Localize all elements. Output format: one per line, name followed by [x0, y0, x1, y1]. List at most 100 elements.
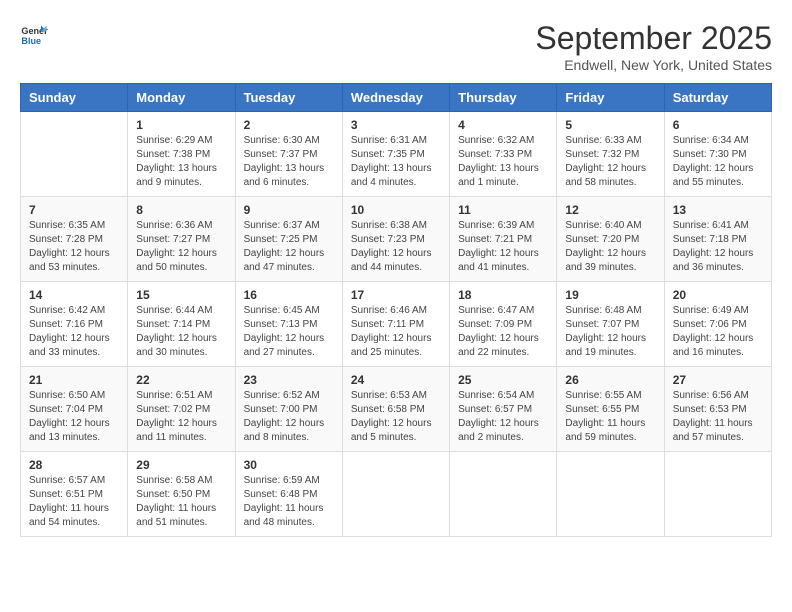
calendar-cell: 28 Sunrise: 6:57 AM Sunset: 6:51 PM Dayli…: [21, 452, 128, 537]
calendar-cell: 8 Sunrise: 6:36 AM Sunset: 7:27 PM Daylig…: [128, 197, 235, 282]
calendar-cell: 25Sunrise: 6:54 AM Sunset: 6:57 PM Dayli…: [450, 367, 557, 452]
day-info: Sunrise: 6:57 AM Sunset: 6:51 PM Dayligh…: [29, 474, 119, 530]
calendar-week-row: 28 Sunrise: 6:57 AM Sunset: 6:51 PM Dayli…: [21, 452, 772, 537]
day-info: Sunrise: 6:33 AM Sunset: 7:32 PM Dayligh…: [565, 134, 655, 190]
day-info: Sunrise: 6:42 AM Sunset: 7:16 PM Dayligh…: [29, 304, 119, 360]
day-number: 13: [673, 203, 763, 217]
calendar-cell: [21, 112, 128, 197]
calendar-cell: 13 Sunrise: 6:41 AM Sunset: 7:18 PM Dayli…: [664, 197, 771, 282]
column-header-wednesday: Wednesday: [342, 84, 449, 112]
column-header-monday: Monday: [128, 84, 235, 112]
calendar-cell: 22 Sunrise: 6:51 AM Sunset: 7:02 PM Dayli…: [128, 367, 235, 452]
day-number: 28: [29, 458, 119, 472]
day-info: Sunrise: 6:53 AM Sunset: 6:58 PM Dayligh…: [351, 389, 441, 445]
day-info: Sunrise: 6:46 AM Sunset: 7:11 PM Dayligh…: [351, 304, 441, 360]
calendar-week-row: 21 Sunrise: 6:50 AM Sunset: 7:04 PM Dayli…: [21, 367, 772, 452]
day-number: 3: [351, 118, 441, 132]
day-info: Sunrise: 6:51 AM Sunset: 7:02 PM Dayligh…: [136, 389, 226, 445]
title-area: September 2025 Endwell, New York, United…: [535, 20, 772, 73]
day-number: 29: [136, 458, 226, 472]
calendar-cell: 10Sunrise: 6:38 AM Sunset: 7:23 PM Dayli…: [342, 197, 449, 282]
calendar-week-row: 14 Sunrise: 6:42 AM Sunset: 7:16 PM Dayli…: [21, 282, 772, 367]
page-title: September 2025: [535, 20, 772, 57]
column-header-tuesday: Tuesday: [235, 84, 342, 112]
svg-text:Blue: Blue: [21, 36, 41, 46]
column-header-sunday: Sunday: [21, 84, 128, 112]
day-info: Sunrise: 6:55 AM Sunset: 6:55 PM Dayligh…: [565, 389, 655, 445]
calendar-cell: 26 Sunrise: 6:55 AM Sunset: 6:55 PM Dayli…: [557, 367, 664, 452]
day-info: Sunrise: 6:34 AM Sunset: 7:30 PM Dayligh…: [673, 134, 763, 190]
calendar-cell: 21 Sunrise: 6:50 AM Sunset: 7:04 PM Dayli…: [21, 367, 128, 452]
calendar-table: SundayMondayTuesdayWednesdayThursdayFrid…: [20, 83, 772, 537]
day-info: Sunrise: 6:48 AM Sunset: 7:07 PM Dayligh…: [565, 304, 655, 360]
day-number: 10: [351, 203, 441, 217]
column-header-saturday: Saturday: [664, 84, 771, 112]
calendar-cell: 1 Sunrise: 6:29 AM Sunset: 7:38 PM Daylig…: [128, 112, 235, 197]
day-number: 16: [244, 288, 334, 302]
calendar-cell: [450, 452, 557, 537]
calendar-cell: [342, 452, 449, 537]
calendar-cell: 7 Sunrise: 6:35 AM Sunset: 7:28 PM Daylig…: [21, 197, 128, 282]
calendar-cell: [557, 452, 664, 537]
day-number: 1: [136, 118, 226, 132]
day-number: 21: [29, 373, 119, 387]
day-number: 22: [136, 373, 226, 387]
calendar-cell: 14 Sunrise: 6:42 AM Sunset: 7:16 PM Dayli…: [21, 282, 128, 367]
day-number: 15: [136, 288, 226, 302]
page-subtitle: Endwell, New York, United States: [535, 57, 772, 73]
day-number: 9: [244, 203, 334, 217]
day-number: 5: [565, 118, 655, 132]
calendar-week-row: 7 Sunrise: 6:35 AM Sunset: 7:28 PM Daylig…: [21, 197, 772, 282]
day-number: 14: [29, 288, 119, 302]
calendar-cell: 9Sunrise: 6:37 AM Sunset: 7:25 PM Daylig…: [235, 197, 342, 282]
calendar-cell: 19 Sunrise: 6:48 AM Sunset: 7:07 PM Dayli…: [557, 282, 664, 367]
day-info: Sunrise: 6:40 AM Sunset: 7:20 PM Dayligh…: [565, 219, 655, 275]
day-info: Sunrise: 6:31 AM Sunset: 7:35 PM Dayligh…: [351, 134, 441, 190]
calendar-cell: 23Sunrise: 6:52 AM Sunset: 7:00 PM Dayli…: [235, 367, 342, 452]
day-number: 8: [136, 203, 226, 217]
day-info: Sunrise: 6:39 AM Sunset: 7:21 PM Dayligh…: [458, 219, 548, 275]
day-info: Sunrise: 6:56 AM Sunset: 6:53 PM Dayligh…: [673, 389, 763, 445]
day-info: Sunrise: 6:29 AM Sunset: 7:38 PM Dayligh…: [136, 134, 226, 190]
day-info: Sunrise: 6:59 AM Sunset: 6:48 PM Dayligh…: [244, 474, 334, 530]
day-number: 6: [673, 118, 763, 132]
day-info: Sunrise: 6:35 AM Sunset: 7:28 PM Dayligh…: [29, 219, 119, 275]
calendar-cell: 15 Sunrise: 6:44 AM Sunset: 7:14 PM Dayli…: [128, 282, 235, 367]
day-number: 24: [351, 373, 441, 387]
day-number: 17: [351, 288, 441, 302]
day-number: 30: [244, 458, 334, 472]
calendar-cell: 27 Sunrise: 6:56 AM Sunset: 6:53 PM Dayli…: [664, 367, 771, 452]
calendar-cell: 2Sunrise: 6:30 AM Sunset: 7:37 PM Daylig…: [235, 112, 342, 197]
calendar-cell: 16 Sunrise: 6:45 AM Sunset: 7:13 PM Dayli…: [235, 282, 342, 367]
calendar-cell: 30 Sunrise: 6:59 AM Sunset: 6:48 PM Dayli…: [235, 452, 342, 537]
column-header-thursday: Thursday: [450, 84, 557, 112]
day-info: Sunrise: 6:50 AM Sunset: 7:04 PM Dayligh…: [29, 389, 119, 445]
calendar-cell: 5 Sunrise: 6:33 AM Sunset: 7:32 PM Daylig…: [557, 112, 664, 197]
day-number: 19: [565, 288, 655, 302]
calendar-cell: 24 Sunrise: 6:53 AM Sunset: 6:58 PM Dayli…: [342, 367, 449, 452]
calendar-week-row: 1 Sunrise: 6:29 AM Sunset: 7:38 PM Daylig…: [21, 112, 772, 197]
day-info: Sunrise: 6:47 AM Sunset: 7:09 PM Dayligh…: [458, 304, 548, 360]
day-number: 18: [458, 288, 548, 302]
day-number: 7: [29, 203, 119, 217]
logo: General Blue: [20, 20, 48, 48]
calendar-cell: 12 Sunrise: 6:40 AM Sunset: 7:20 PM Dayli…: [557, 197, 664, 282]
calendar-cell: 3 Sunrise: 6:31 AM Sunset: 7:35 PM Daylig…: [342, 112, 449, 197]
day-info: Sunrise: 6:45 AM Sunset: 7:13 PM Dayligh…: [244, 304, 334, 360]
day-number: 12: [565, 203, 655, 217]
day-info: Sunrise: 6:52 AM Sunset: 7:00 PM Dayligh…: [244, 389, 334, 445]
calendar-cell: [664, 452, 771, 537]
calendar-cell: 11 Sunrise: 6:39 AM Sunset: 7:21 PM Dayli…: [450, 197, 557, 282]
day-info: Sunrise: 6:32 AM Sunset: 7:33 PM Dayligh…: [458, 134, 548, 190]
day-number: 25: [458, 373, 548, 387]
page-header: General Blue September 2025 Endwell, New…: [20, 20, 772, 73]
day-info: Sunrise: 6:30 AM Sunset: 7:37 PM Dayligh…: [244, 134, 334, 190]
calendar-cell: 29Sunrise: 6:58 AM Sunset: 6:50 PM Dayli…: [128, 452, 235, 537]
day-number: 26: [565, 373, 655, 387]
day-number: 11: [458, 203, 548, 217]
day-number: 27: [673, 373, 763, 387]
day-info: Sunrise: 6:49 AM Sunset: 7:06 PM Dayligh…: [673, 304, 763, 360]
day-info: Sunrise: 6:41 AM Sunset: 7:18 PM Dayligh…: [673, 219, 763, 275]
day-info: Sunrise: 6:44 AM Sunset: 7:14 PM Dayligh…: [136, 304, 226, 360]
day-info: Sunrise: 6:36 AM Sunset: 7:27 PM Dayligh…: [136, 219, 226, 275]
